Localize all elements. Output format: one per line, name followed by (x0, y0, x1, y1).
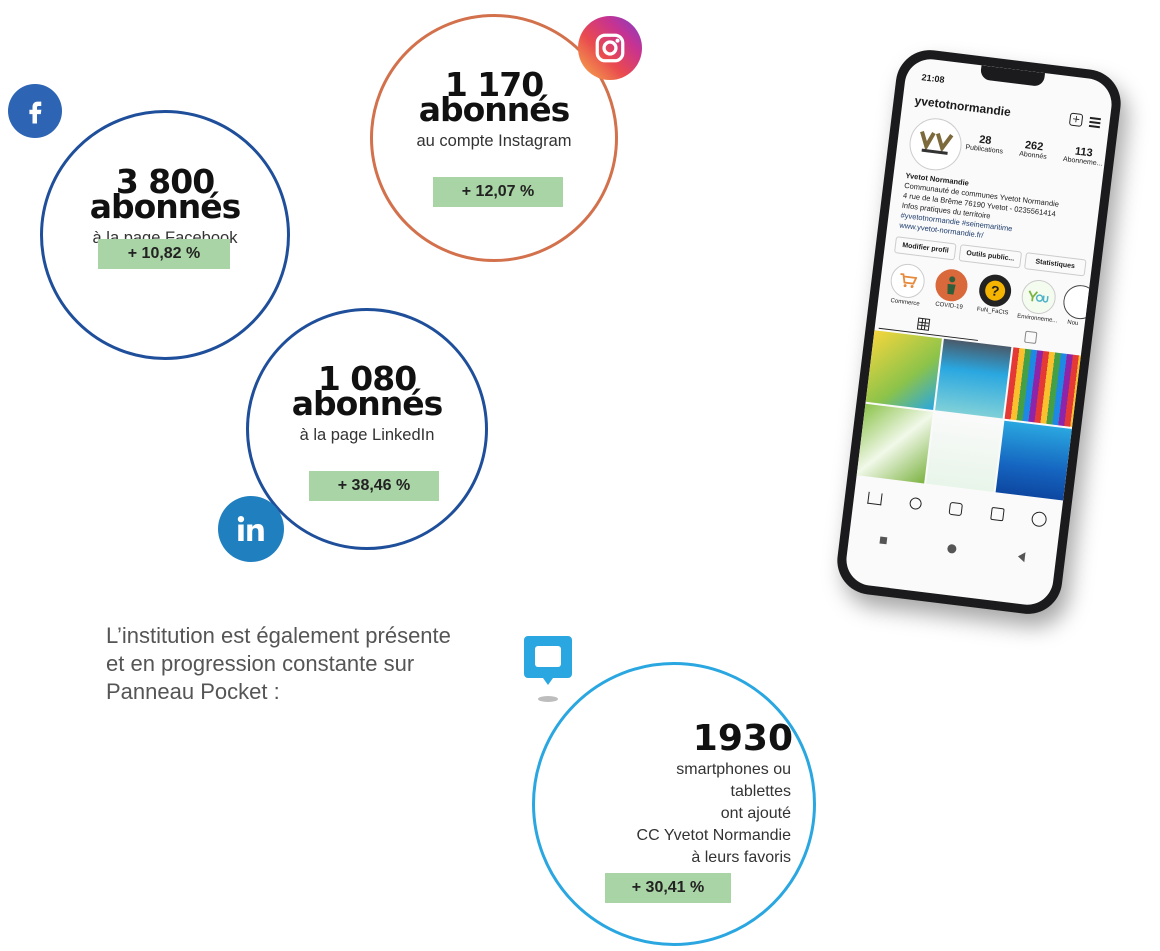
linkedin-growth-badge: + 38,46 % (309, 471, 439, 501)
facebook-growth-badge: + 10,82 % (98, 239, 230, 269)
highlight-label: FuN_FaCtS (976, 306, 1009, 317)
panneau-count: 1930 (692, 718, 793, 759)
stat-followers[interactable]: 262 Abonnés (1019, 139, 1049, 161)
phone-screen: 21:08 yvetotnormandie + 28 Publications … (843, 56, 1115, 608)
phone-status-time: 21:08 (921, 72, 946, 85)
highlight-label: Commerce (890, 297, 920, 308)
instagram-unit: abonnés (418, 90, 571, 129)
shop-icon[interactable] (989, 506, 1005, 521)
linkedin-label: à la page LinkedIn (299, 426, 435, 444)
linkedin-icon (218, 496, 284, 562)
stat-publications[interactable]: 28 Publications (965, 132, 1005, 156)
home-icon[interactable] (867, 491, 883, 506)
photo-grid (856, 330, 1081, 501)
panneau-pocket-icon (520, 632, 576, 706)
facebook-stat-circle: 3 800 abonnés à la page Facebook + 10,82… (40, 110, 290, 360)
highlight-item[interactable]: Environneme... (1017, 278, 1060, 324)
edit-profile-button[interactable]: Modifier profil (893, 236, 957, 261)
profile-stats: 28 Publications 262 Abonnés 113 Abonneme… (965, 132, 1104, 168)
highlight-item[interactable]: COVID-19 (929, 267, 972, 313)
intro-line: Panneau Pocket : (106, 679, 280, 704)
photo-tile[interactable] (865, 330, 942, 410)
instagram-icon (578, 16, 642, 80)
profile-icon[interactable] (1030, 510, 1048, 528)
panneau-line: à leurs favoris (691, 849, 791, 866)
photo-tile[interactable] (1004, 347, 1081, 428)
pro-tools-button[interactable]: Outils public... (958, 244, 1022, 269)
reels-icon[interactable] (949, 501, 964, 516)
profile-avatar[interactable] (906, 115, 965, 174)
highlight-label: Nou (1066, 319, 1079, 328)
back-icon[interactable] (1017, 551, 1026, 563)
panneau-growth-badge: + 30,41 % (605, 873, 731, 903)
panneau-line: ont ajouté (720, 805, 791, 822)
facebook-unit: abonnés (89, 187, 242, 226)
instagram-label: au compte Instagram (416, 132, 572, 150)
intro-line: et en progression constante sur (106, 651, 415, 676)
instagram-growth-badge: + 12,07 % (433, 177, 563, 207)
highlight-item[interactable]: Nou (1060, 283, 1090, 328)
panneau-line: smartphones ou (676, 761, 791, 778)
grid-tab-icon[interactable] (916, 317, 931, 331)
highlight-label: COVID-19 (934, 301, 964, 311)
tagged-tab-icon[interactable] (1024, 330, 1038, 345)
panneau-line: tablettes (730, 783, 791, 800)
photo-tile[interactable] (935, 338, 1012, 419)
intro-text: L’institution est également présente et … (106, 622, 451, 706)
highlight-item[interactable]: Commerce (886, 261, 929, 308)
photo-tile[interactable] (926, 412, 1003, 492)
photo-tile[interactable] (856, 403, 933, 484)
intro-line: L’institution est également présente (106, 623, 451, 648)
linkedin-stat-circle: 1 080 abonnés à la page LinkedIn + 38,46… (246, 308, 488, 550)
add-post-icon[interactable]: + (1068, 112, 1084, 127)
home-button-icon[interactable] (947, 543, 958, 554)
linkedin-unit: abonnés (291, 384, 444, 423)
menu-icon[interactable] (1088, 116, 1101, 128)
panneau-description: smartphones ou tablettes ont ajouté CC Y… (637, 759, 791, 869)
phone-mockup: 21:08 yvetotnormandie + 28 Publications … (833, 46, 1125, 618)
panneau-line: CC Yvetot Normandie (636, 827, 791, 844)
photo-tile[interactable] (995, 420, 1072, 501)
facebook-icon (8, 84, 62, 138)
search-icon[interactable] (909, 496, 923, 511)
insights-button[interactable]: Statistiques (1023, 252, 1087, 277)
highlight-item[interactable]: ? FuN_FaCtS (973, 272, 1016, 318)
stat-following[interactable]: 113 Abonneme... (1063, 144, 1105, 167)
highlight-label: Environneme... (1016, 313, 1058, 325)
profile-username[interactable]: yvetotnormandie (914, 93, 1012, 119)
recent-apps-icon[interactable] (879, 535, 888, 544)
